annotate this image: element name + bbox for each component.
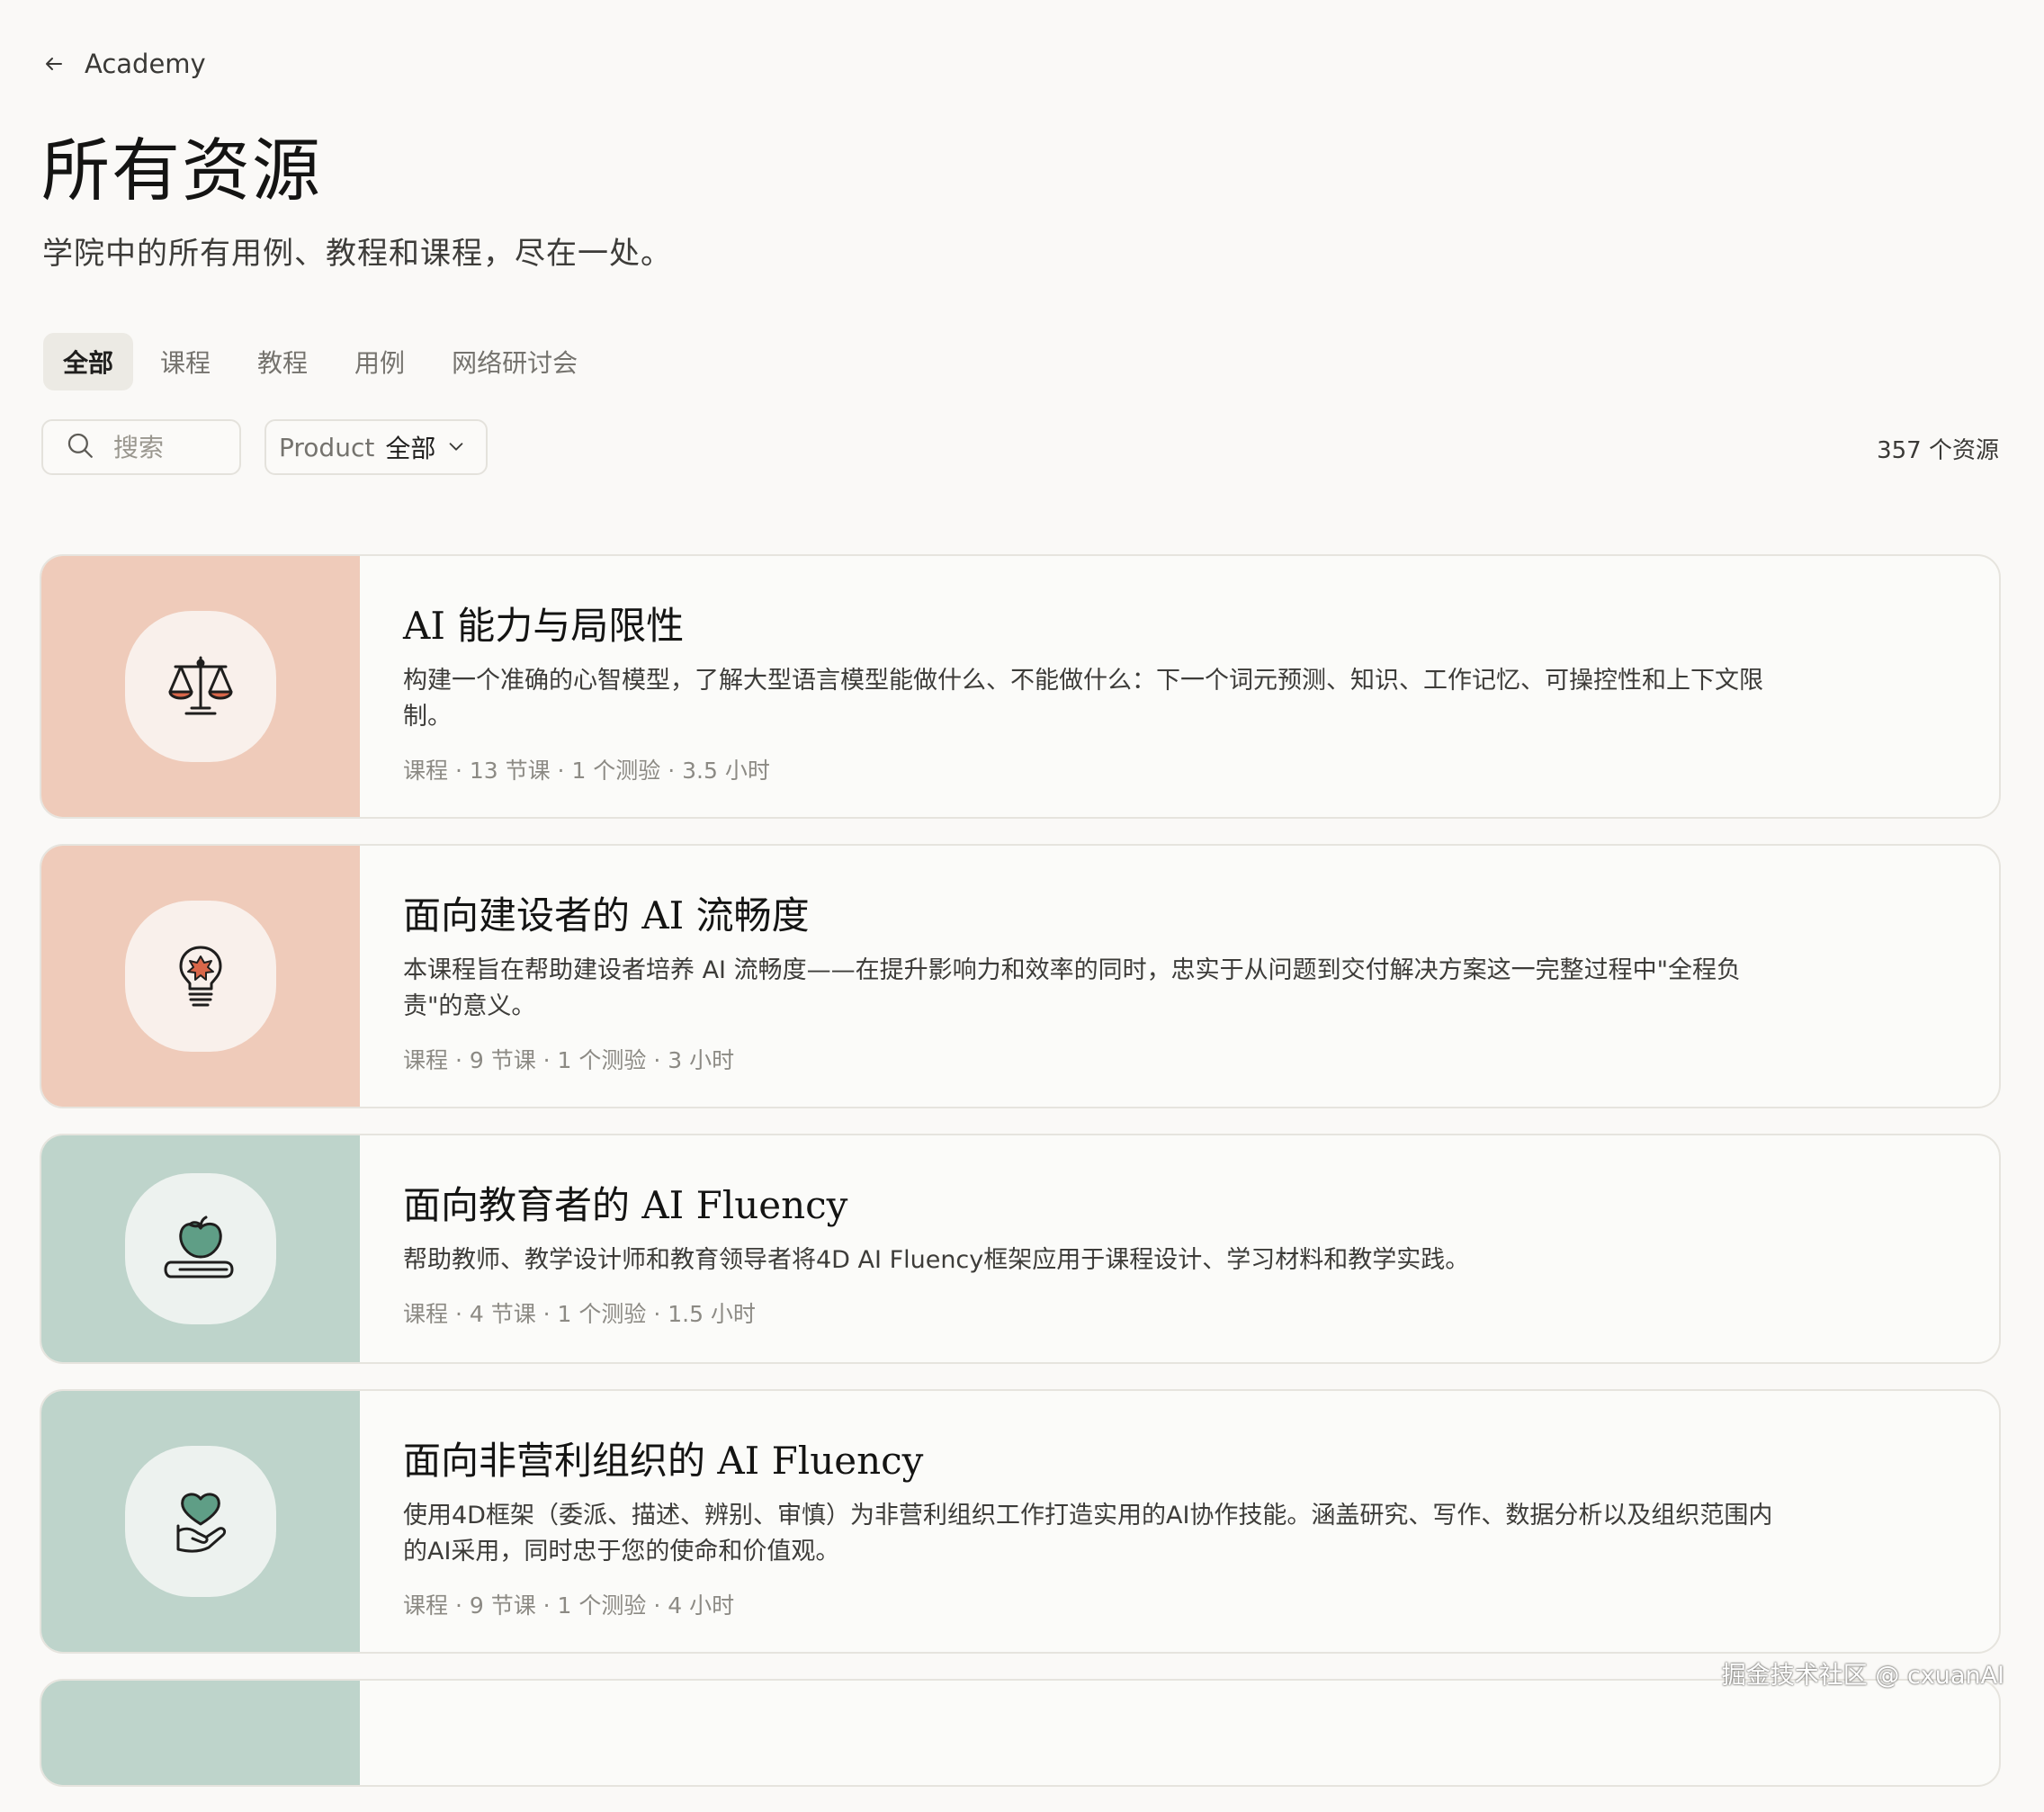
card-meta: 课程 · 4 节课 · 1 个测验 · 1.5 小时: [403, 1301, 756, 1327]
card-description: 构建一个准确的心智模型，了解大型语言模型能做什么、不能做什么：下一个词元预测、知…: [403, 667, 1763, 731]
card-thumbnail: [41, 1135, 360, 1362]
card-body: [360, 1681, 1999, 1785]
resource-card[interactable]: 面向建设者的 AI 流畅度 本课程旨在帮助建设者培养 AI 流畅度——在提升影响…: [40, 844, 2001, 1108]
scale-icon: [125, 611, 276, 762]
product-filter-label: Product: [279, 432, 375, 462]
product-filter[interactable]: Product 全部: [264, 419, 489, 475]
search-box[interactable]: [41, 419, 241, 475]
card-title: 面向教育者的 AI Fluency: [403, 1183, 848, 1227]
card-meta: 课程 · 9 节课 · 1 个测验 · 3 小时: [403, 1047, 735, 1073]
card-thumbnail: [41, 556, 360, 817]
tab-webinars[interactable]: 网络研讨会: [432, 333, 597, 390]
resource-card[interactable]: 面向非营利组织的 AI Fluency 使用4D框架（委派、描述、辨别、审慎）为…: [40, 1389, 2001, 1654]
search-icon: [65, 430, 95, 464]
apple-book-icon: [125, 1173, 276, 1324]
card-title: 面向非营利组织的 AI Fluency: [403, 1439, 924, 1483]
academy-page: Academy 所有资源 学院中的所有用例、教程和课程，尽在一处。 全部 课程 …: [0, 0, 2044, 1787]
card-body: 面向非营利组织的 AI Fluency 使用4D框架（委派、描述、辨别、审慎）为…: [360, 1391, 1999, 1652]
card-body: 面向教育者的 AI Fluency 帮助教师、教学设计师和教育领导者将4D AI…: [360, 1135, 1999, 1362]
tab-tutorials[interactable]: 教程: [238, 333, 327, 390]
page-title: 所有资源: [41, 130, 322, 211]
card-title: AI 能力与局限性: [403, 604, 685, 648]
resource-tabs: 全部 课程 教程 用例 网络研讨会: [43, 333, 597, 390]
heart-hand-icon: [125, 1446, 276, 1597]
product-filter-value: 全部: [385, 434, 436, 463]
card-title: 面向建设者的 AI 流畅度: [403, 893, 810, 937]
back-link[interactable]: Academy: [43, 49, 206, 79]
card-body: AI 能力与局限性 构建一个准确的心智模型，了解大型语言模型能做什么、不能做什么…: [360, 556, 1999, 817]
chevron-down-icon: [446, 433, 466, 462]
card-description: 本课程旨在帮助建设者培养 AI 流畅度——在提升影响力和效率的同时，忠实于从问题…: [403, 956, 1742, 1020]
toolbar: Product 全部 357 个资源: [41, 419, 1999, 477]
back-link-label: Academy: [85, 49, 206, 79]
result-count: 357 个资源: [1877, 437, 1999, 464]
tab-courses[interactable]: 课程: [140, 333, 230, 390]
resource-card[interactable]: AI 能力与局限性 构建一个准确的心智模型，了解大型语言模型能做什么、不能做什么…: [40, 554, 2001, 819]
resource-card[interactable]: 面向教育者的 AI Fluency 帮助教师、教学设计师和教育领导者将4D AI…: [40, 1134, 2001, 1364]
resource-card[interactable]: [40, 1679, 2001, 1787]
lightbulb-icon: [125, 901, 276, 1052]
card-description: 使用4D框架（委派、描述、辨别、审慎）为非营利组织工作打造实用的AI协作技能。涵…: [403, 1502, 1773, 1565]
card-description: 帮助教师、教学设计师和教育领导者将4D AI Fluency框架应用于课程设计、…: [403, 1246, 1470, 1274]
card-thumbnail: [41, 1391, 360, 1652]
tab-all[interactable]: 全部: [43, 333, 134, 390]
arrow-left-icon: [43, 53, 65, 75]
card-meta: 课程 · 13 节课 · 1 个测验 · 3.5 小时: [403, 758, 770, 784]
tab-use-cases[interactable]: 用例: [335, 333, 425, 390]
card-body: 面向建设者的 AI 流畅度 本课程旨在帮助建设者培养 AI 流畅度——在提升影响…: [360, 846, 1999, 1107]
page-subtitle: 学院中的所有用例、教程和课程，尽在一处。: [42, 236, 672, 272]
card-meta: 课程 · 9 节课 · 1 个测验 · 4 小时: [403, 1592, 735, 1619]
search-input[interactable]: [112, 431, 223, 463]
watermark: 掘金技术社区 @ cxuanAI: [1721, 1662, 2004, 1690]
card-thumbnail: [41, 1681, 360, 1785]
resource-list: AI 能力与局限性 构建一个准确的心智模型，了解大型语言模型能做什么、不能做什么…: [40, 554, 2001, 1812]
card-thumbnail: [41, 846, 360, 1107]
